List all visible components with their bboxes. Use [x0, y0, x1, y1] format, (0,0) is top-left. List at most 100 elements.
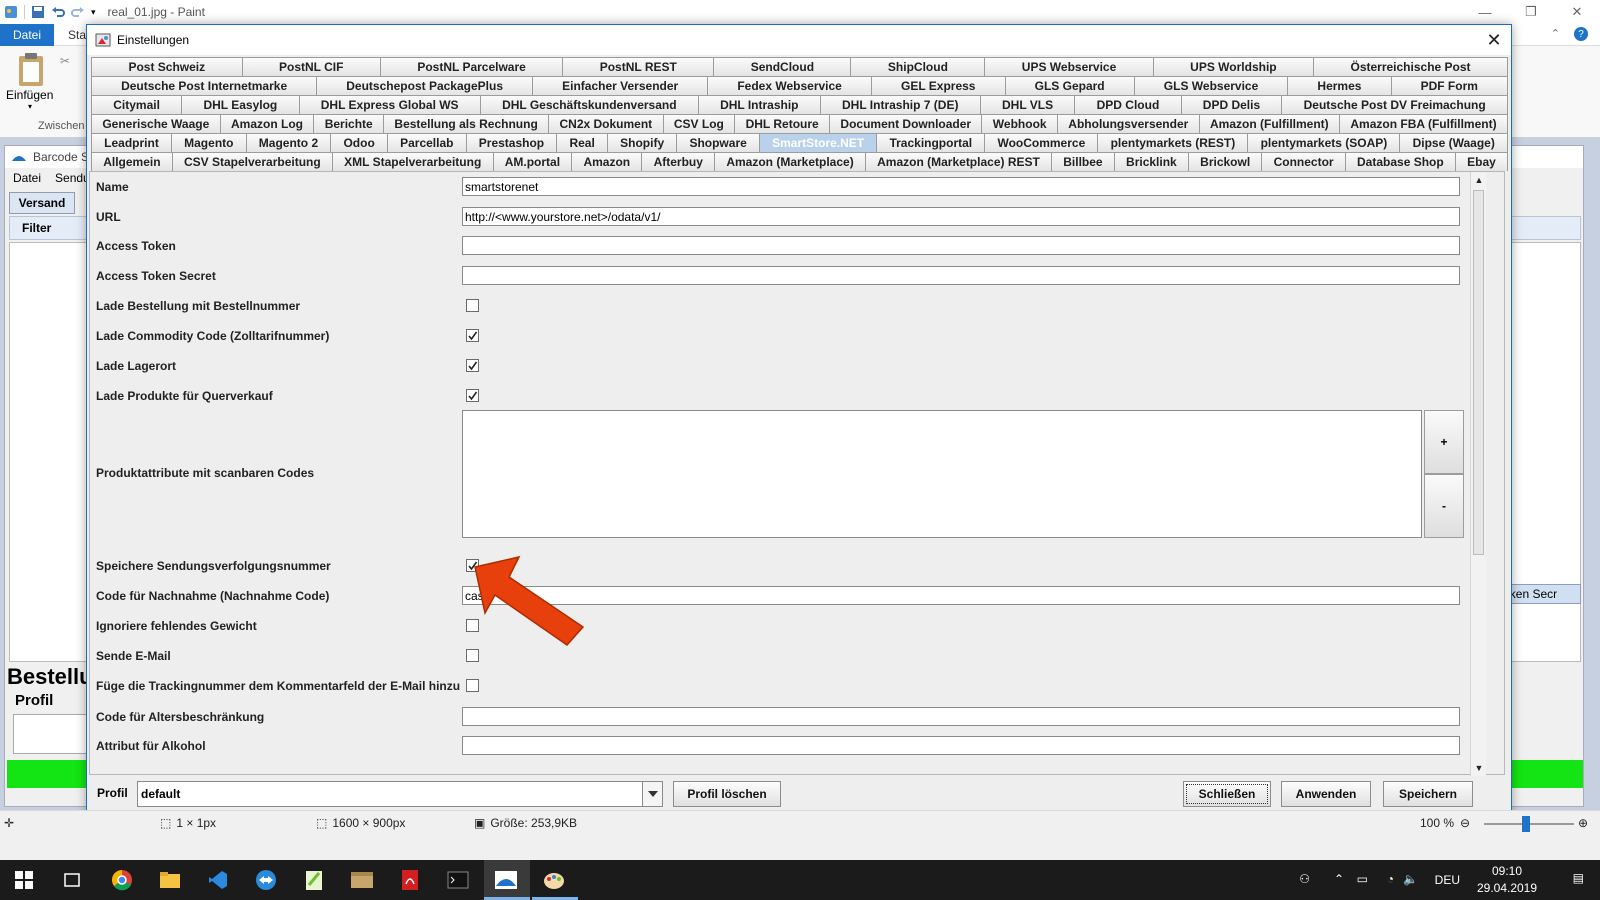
chrome-icon[interactable]: [110, 868, 134, 892]
apply-button[interactable]: Anwenden: [1281, 781, 1371, 807]
settings-tab[interactable]: PostNL REST: [562, 57, 715, 76]
save-icon[interactable]: [31, 5, 45, 19]
settings-tab[interactable]: Amazon Log: [219, 114, 315, 133]
settings-tab[interactable]: Leadprint: [91, 133, 172, 152]
windows-start-icon[interactable]: [12, 868, 36, 892]
settings-tab[interactable]: DPD Cloud: [1074, 95, 1182, 114]
vscode-icon[interactable]: [206, 868, 230, 892]
settings-tab[interactable]: DHL Intraship 7 (DE): [819, 95, 981, 114]
settings-tab[interactable]: PostNL Parcelware: [379, 57, 564, 76]
access-token-secret-input[interactable]: [462, 266, 1460, 285]
battery-icon[interactable]: ▭: [1357, 872, 1368, 886]
cut-icon[interactable]: ✂: [60, 54, 70, 68]
menu-item[interactable]: Sendu: [55, 171, 90, 185]
dialog-close-icon[interactable]: ✕: [1483, 29, 1505, 51]
settings-tab[interactable]: plentymarkets (REST): [1097, 133, 1249, 152]
scroll-down-icon[interactable]: ▼: [1471, 760, 1487, 776]
notifications-icon[interactable]: ▤: [1573, 871, 1584, 885]
collapse-ribbon-icon[interactable]: ⌃: [1551, 27, 1560, 40]
save-button[interactable]: Speichern: [1383, 781, 1473, 807]
settings-tab[interactable]: Ebay: [1454, 152, 1509, 171]
settings-tab[interactable]: Trackingportal: [876, 133, 986, 152]
terminal-icon[interactable]: [446, 868, 470, 892]
settings-tab[interactable]: Einfacher Versender: [532, 76, 709, 95]
package-app-icon[interactable]: [350, 868, 374, 892]
settings-tab[interactable]: Amazon FBA (Fulfillment): [1339, 114, 1508, 133]
settings-tab[interactable]: Brickowl: [1187, 152, 1263, 171]
settings-tab[interactable]: Odoo: [330, 133, 388, 152]
minimize-icon[interactable]: —: [1462, 0, 1508, 24]
maximize-icon[interactable]: ❐: [1508, 0, 1554, 24]
language-indicator[interactable]: DEU: [1435, 873, 1460, 887]
settings-tab[interactable]: Dipse (Waage): [1399, 133, 1508, 152]
settings-tab[interactable]: Abholungsversender: [1056, 114, 1200, 133]
settings-tab[interactable]: AM.portal: [492, 152, 573, 171]
lade-lagerort-checkbox[interactable]: [466, 359, 479, 372]
task-view-icon[interactable]: [60, 868, 84, 892]
settings-tab[interactable]: DHL Easylog: [181, 95, 300, 114]
tab-versand[interactable]: Versand: [9, 192, 75, 214]
clock-date[interactable]: 29.04.2019: [1472, 881, 1542, 895]
settings-tab[interactable]: Prestashop: [465, 133, 558, 152]
settings-tab[interactable]: Shopware: [676, 133, 760, 152]
menu-item[interactable]: Datei: [13, 171, 41, 185]
produktattribute-list[interactable]: [462, 410, 1422, 538]
settings-tab[interactable]: Database Shop: [1344, 152, 1456, 171]
settings-tab[interactable]: Fedex Webservice: [707, 76, 872, 95]
settings-tab[interactable]: Post Schweiz: [91, 57, 243, 76]
nachnahme-input[interactable]: [462, 586, 1460, 605]
settings-tab[interactable]: GLS Webservice: [1133, 76, 1289, 95]
settings-tab[interactable]: Amazon (Fulfillment): [1198, 114, 1341, 133]
settings-tab[interactable]: UPS Worldship: [1152, 57, 1315, 76]
settings-tab[interactable]: Amazon (Marketplace): [714, 152, 866, 171]
profile-select[interactable]: default: [137, 781, 663, 807]
settings-tab[interactable]: GEL Express: [870, 76, 1006, 95]
settings-tab[interactable]: Billbee: [1051, 152, 1115, 171]
chevron-down-icon[interactable]: [642, 782, 662, 806]
settings-tab[interactable]: Hermes: [1287, 76, 1392, 95]
settings-tab[interactable]: Connector: [1261, 152, 1346, 171]
settings-tab[interactable]: Webhook: [981, 114, 1058, 133]
help-icon[interactable]: ?: [1574, 27, 1588, 41]
lade-bestellung-checkbox[interactable]: [466, 299, 479, 312]
settings-tab[interactable]: Deutsche Post DV Freimachung: [1281, 95, 1508, 114]
alkohol-input[interactable]: [462, 736, 1460, 755]
settings-tab[interactable]: SmartStore.NET: [758, 133, 878, 152]
undo-icon[interactable]: [51, 5, 65, 19]
tab-file[interactable]: Datei: [0, 24, 54, 46]
zoom-out-icon[interactable]: ⊖: [1460, 816, 1470, 830]
settings-tab[interactable]: CN2x Dokument: [548, 114, 664, 133]
delete-profile-button[interactable]: Profil löschen: [673, 781, 781, 807]
file-explorer-icon[interactable]: [158, 868, 182, 892]
settings-tab[interactable]: Allgemein: [91, 152, 173, 171]
settings-tab[interactable]: DHL Intraship: [697, 95, 821, 114]
settings-tab[interactable]: CSV Log: [662, 114, 736, 133]
add-attribute-button[interactable]: +: [1424, 410, 1464, 474]
volume-icon[interactable]: 🔈: [1403, 872, 1418, 886]
zoom-in-icon[interactable]: ⊕: [1578, 816, 1588, 830]
remove-attribute-button[interactable]: -: [1424, 474, 1464, 538]
people-icon[interactable]: ⚇: [1299, 872, 1310, 886]
tab-start[interactable]: Sta: [68, 28, 86, 42]
teamviewer-icon[interactable]: [254, 868, 278, 892]
settings-tab[interactable]: DHL VLS: [979, 95, 1076, 114]
fuege-checkbox[interactable]: [466, 679, 479, 692]
settings-tab[interactable]: DHL Express Global WS: [298, 95, 481, 114]
lade-produkte-checkbox[interactable]: [466, 389, 479, 402]
settings-tab[interactable]: ShipCloud: [850, 57, 986, 76]
settings-tab[interactable]: Parcellab: [386, 133, 467, 152]
settings-tab[interactable]: UPS Webservice: [984, 57, 1154, 76]
settings-tab[interactable]: plentymarkets (SOAP): [1247, 133, 1401, 152]
settings-tab[interactable]: DPD Delis: [1180, 95, 1283, 114]
settings-tab[interactable]: WooCommerce: [984, 133, 1099, 152]
settings-tab[interactable]: Deutsche Post Internetmarke: [91, 76, 318, 95]
zoom-slider-thumb[interactable]: [1522, 816, 1530, 832]
paste-dropdown-icon[interactable]: ▾: [28, 102, 32, 111]
settings-tab[interactable]: Österreichische Post: [1313, 57, 1508, 76]
vertical-scrollbar[interactable]: ▲ ▼: [1470, 172, 1486, 776]
settings-tab[interactable]: Magento 2: [245, 133, 332, 152]
settings-tab[interactable]: Bestellung als Rechnung: [383, 114, 550, 133]
settings-tab[interactable]: DHL Retoure: [734, 114, 831, 133]
settings-tab[interactable]: Amazon (Marketplace) REST: [864, 152, 1053, 171]
network-icon[interactable]: ◔: [1387, 872, 1394, 886]
